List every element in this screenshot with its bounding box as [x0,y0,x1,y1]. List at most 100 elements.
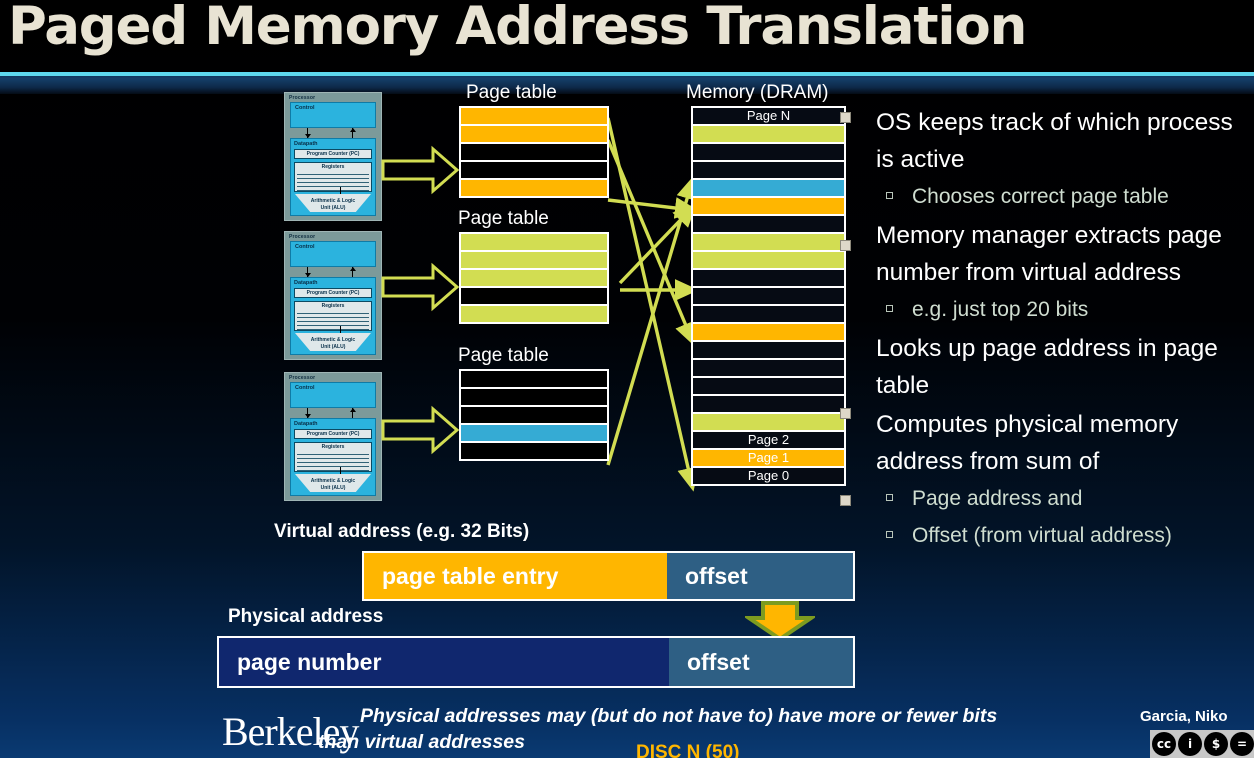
control-unit: Control [290,382,376,408]
virtual-address-label: Virtual address (e.g. 32 Bits) [274,521,530,542]
memory-row [693,378,844,394]
square-bullet-icon [886,305,893,312]
bullet-primary: Looks up page address in page table [876,335,1218,399]
memory-row: Page N [693,108,844,124]
physical-page-number-field: page number [219,638,669,686]
square-bullet-icon [886,192,893,199]
datapath-unit: Datapath Program Counter (PC) Registers … [290,138,376,216]
alu-label-2: Unit (ALU) [320,484,346,491]
page-table-row [461,371,607,387]
bullet-list: OS keeps track of which process is activ… [876,104,1254,556]
registers-label: Registers [321,164,345,170]
alu-unit: Arithmetic & Logic Unit (ALU) [295,474,371,492]
footnote-line-1: Physical addresses may (but do not have … [360,705,998,727]
control-datapath-arrows [290,128,376,138]
page-table-1 [459,106,609,198]
physical-address-label: Physical address [228,606,384,627]
alu-wrapper: Arithmetic & Logic Unit (ALU) [294,467,372,492]
page-table-3 [459,369,609,461]
page-table-row [461,162,607,178]
alu-unit: Arithmetic & Logic Unit (ALU) [295,194,371,212]
memory-row [693,144,844,160]
page-table-row [461,270,607,286]
virtual-page-table-entry-field: page table entry [364,553,667,599]
processor-block-1: Processor Control Datapath Program Count… [284,92,382,221]
memory-label: Memory (DRAM) [686,82,829,103]
control-datapath-arrows [290,408,376,418]
memory-row [693,162,844,178]
bullet-primary: OS keeps track of which process is activ… [876,109,1233,173]
block-arrow-1 [381,145,459,195]
processor-block-3: Processor Control Datapath Program Count… [284,372,382,501]
datapath-unit: Datapath Program Counter (PC) Registers … [290,418,376,496]
alu-label-2: Unit (ALU) [320,343,346,350]
bullet-primary: Memory manager extracts page number from… [876,222,1222,286]
program-counter: Program Counter (PC) [294,149,372,159]
memory-row [693,324,844,340]
page-table-row [461,234,607,250]
datapath-unit: Datapath Program Counter (PC) Registers … [290,277,376,355]
processor-label: Processor [289,95,316,101]
memory-row [693,198,844,214]
alu-label-2: Unit (ALU) [320,204,346,211]
control-datapath-arrows [290,267,376,277]
page-table-2 [459,232,609,324]
square-bullet-icon [886,494,893,501]
physical-offset-field: offset [669,638,853,686]
bullet-secondary: Offset (from virtual address) [876,519,1254,552]
memory-row [693,414,844,430]
register-file: Registers [294,162,372,192]
page-table-row [461,144,607,160]
memory-tick-3 [840,408,851,419]
datapath-label: Datapath [294,141,318,147]
memory-row [693,396,844,412]
memory-tick-4 [840,495,851,506]
memory-row: Page 1 [693,450,844,466]
bullet-secondary: Chooses correct page table [876,180,1254,213]
square-bullet-icon [886,531,893,538]
page-table-row [461,252,607,268]
datapath-label: Datapath [294,421,318,427]
datapath-label: Datapath [294,280,318,286]
author-credit: Garcia, Niko [1140,708,1228,725]
slide-canvas: Paged Memory Address Translation Process… [0,0,1254,758]
bullet-primary: Computes physical memory address from su… [876,411,1179,475]
memory-column: Page N Page 2 Page 1 Page 0 [691,106,846,486]
cc-badge-icon: i [1178,732,1202,756]
virtual-offset-field: offset [667,553,853,599]
memory-tick-2 [840,240,851,251]
program-counter: Program Counter (PC) [294,429,372,439]
memory-row [693,288,844,304]
bullet-secondary: e.g. just top 20 bits [876,293,1254,326]
cc-badge-icon: = [1230,732,1254,756]
page-table-label-3: Page table [458,345,549,366]
page-table-row [461,425,607,441]
page-table-label-2: Page table [458,208,549,229]
alu-unit: Arithmetic & Logic Unit (ALU) [295,333,371,351]
memory-tick-1 [840,112,851,123]
memory-row [693,342,844,358]
memory-row [693,306,844,322]
page-table-label-1: Page table [466,82,557,103]
course-tag: DISC N (50) [636,742,740,758]
page-table-row [461,407,607,423]
cc-badge-icon: cc [1152,732,1176,756]
memory-row: Page 0 [693,468,844,484]
register-file: Registers [294,301,372,331]
control-unit: Control [290,241,376,267]
page-table-row [461,108,607,124]
registers-label: Registers [321,444,345,450]
alu-wrapper: Arithmetic & Logic Unit (ALU) [294,326,372,351]
registers-label: Registers [321,303,345,309]
memory-row [693,126,844,142]
program-counter: Program Counter (PC) [294,288,372,298]
physical-address-bar: page number offset [217,636,855,688]
translation-down-arrow [745,601,815,641]
alu-wrapper: Arithmetic & Logic Unit (ALU) [294,187,372,212]
berkeley-logo: Berkeley [222,709,359,754]
register-file: Registers [294,442,372,472]
bullet-secondary: Page address and [876,482,1254,515]
processor-label: Processor [289,234,316,240]
memory-row [693,360,844,376]
memory-row: Page 2 [693,432,844,448]
